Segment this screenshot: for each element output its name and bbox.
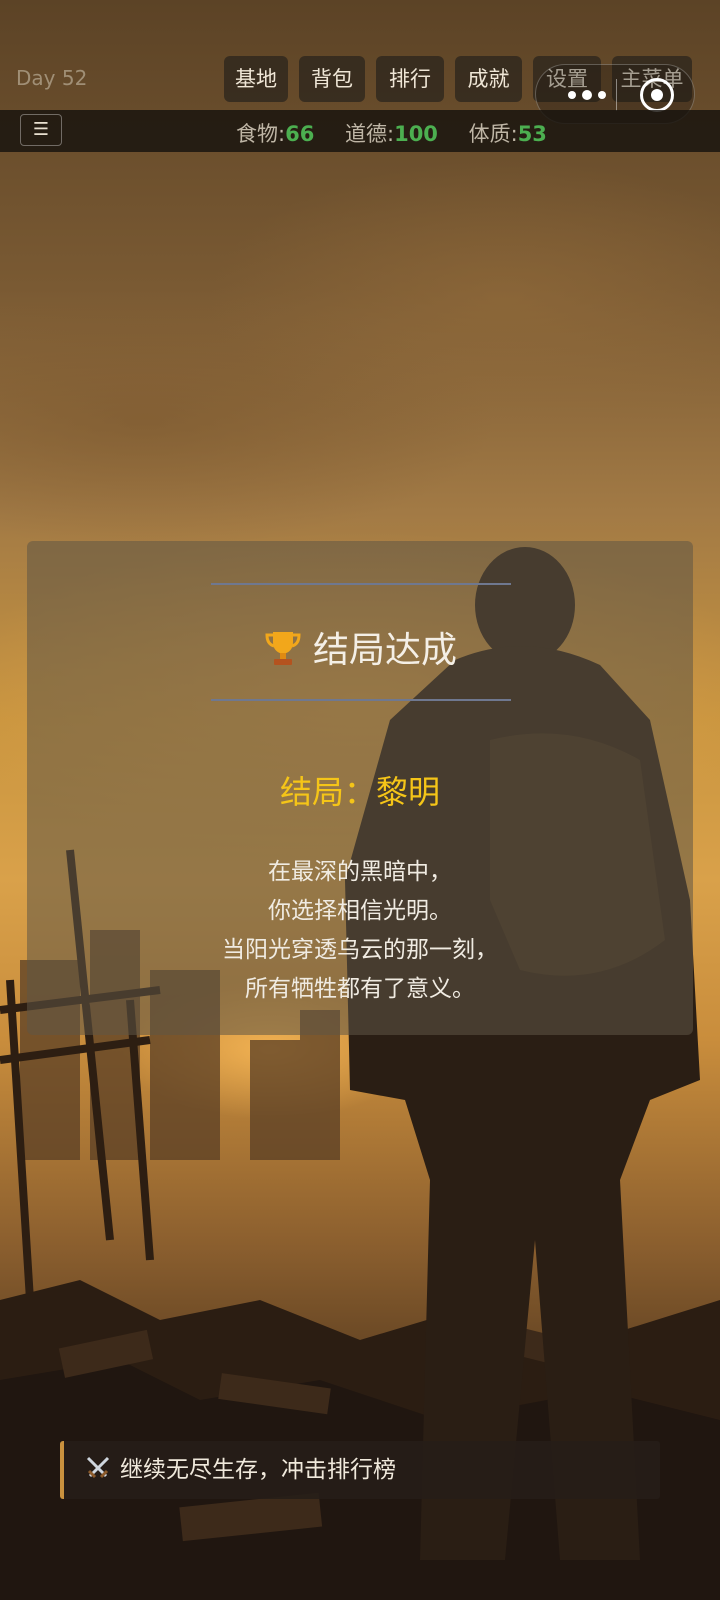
stat-morality-label: 道德: xyxy=(345,122,395,146)
ending-name: 结局：黎明 xyxy=(279,773,440,811)
stat-constitution-label: 体质: xyxy=(468,122,518,146)
ending-title-text: 结局达成 xyxy=(312,630,457,671)
day-counter: Day 52 xyxy=(16,66,88,90)
hamburger-menu-button[interactable]: ☰ xyxy=(20,114,62,146)
stat-constitution-value: 53 xyxy=(517,122,547,146)
stat-food-value: 66 xyxy=(285,122,315,146)
player-stats: 食物:66 道德:100 体质:53 xyxy=(236,118,571,148)
ending-line: 所有牺牲都有了意义。 xyxy=(245,976,475,1002)
status-bar: ☰ 食物:66 道德:100 体质:53 xyxy=(0,110,720,152)
stat-food-label: 食物: xyxy=(236,122,286,146)
ending-line: 在最深的黑暗中， xyxy=(268,859,452,885)
ending-panel: 结局达成 结局：黎明 在最深的黑暗中， 你选择相信光明。 当阳光穿透乌云的那一刻… xyxy=(27,541,693,1035)
ending-line: 你选择相信光明。 xyxy=(268,898,452,924)
nav-button-backpack[interactable]: 背包 xyxy=(299,56,365,102)
continue-endless-button[interactable]: 继续无尽生存，冲击排行榜 xyxy=(60,1441,660,1499)
stat-morality-value: 100 xyxy=(394,122,438,146)
capsule-divider xyxy=(616,79,617,111)
stat-morality: 道德:100 xyxy=(345,122,438,146)
title-divider-bottom xyxy=(211,699,511,701)
more-options-icon[interactable] xyxy=(558,81,614,109)
nav-button-ranking[interactable]: 排行 xyxy=(376,56,444,102)
title-divider-top xyxy=(211,583,511,585)
ending-title: 结局达成 xyxy=(27,621,693,673)
trophy-icon xyxy=(265,632,301,665)
ending-line: 当阳光穿透乌云的那一刻， xyxy=(222,937,498,963)
close-miniprogram-icon[interactable] xyxy=(640,78,674,112)
crossed-swords-icon xyxy=(86,1456,110,1479)
ending-description: 在最深的黑暗中， 你选择相信光明。 当阳光穿透乌云的那一刻， 所有牺牲都有了意义… xyxy=(27,853,693,1009)
nav-button-achievements[interactable]: 成就 xyxy=(455,56,522,102)
nav-button-base[interactable]: 基地 xyxy=(224,56,288,102)
continue-label: 继续无尽生存，冲击排行榜 xyxy=(120,1457,396,1483)
stat-food: 食物:66 xyxy=(236,122,314,146)
stat-constitution: 体质:53 xyxy=(469,122,547,146)
